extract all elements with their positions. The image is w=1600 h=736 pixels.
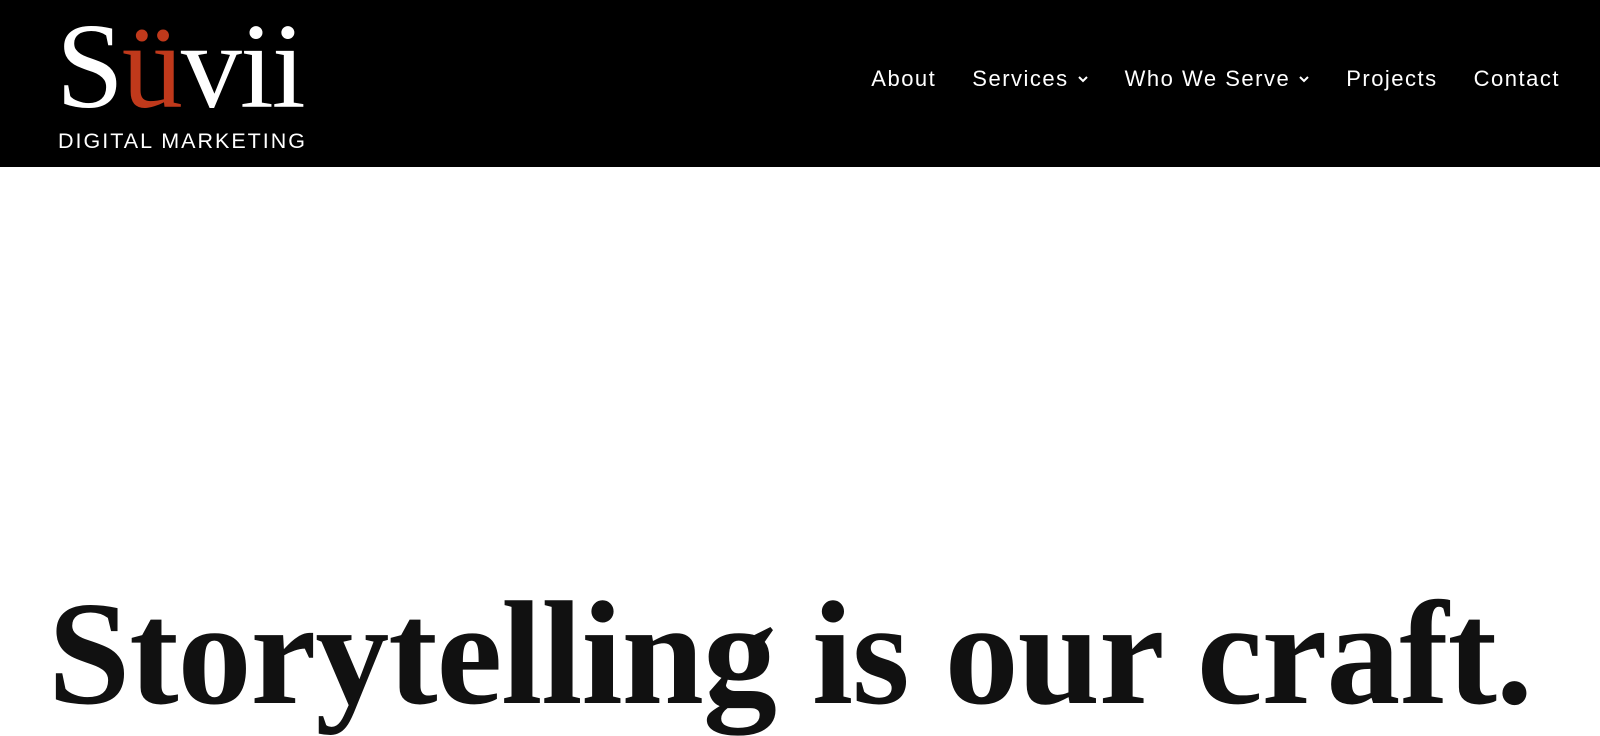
- nav-item-about[interactable]: About: [871, 66, 936, 92]
- logo-tagline: DIGITAL MARKETING: [58, 129, 308, 153]
- site-logo[interactable]: Süvii DIGITAL MARKETING: [56, 0, 356, 167]
- chevron-down-icon: [1077, 73, 1089, 85]
- nav-item-label: About: [871, 66, 937, 91]
- main-nav: About Services Who We Serve Projects Con…: [871, 66, 1560, 92]
- nav-item-contact[interactable]: Contact: [1474, 66, 1560, 92]
- logo-wordmark-prefix: S: [56, 0, 124, 134]
- logo-wordmark: Süvii: [56, 6, 306, 128]
- nav-item-label: Services: [972, 66, 1069, 91]
- nav-item-label: Contact: [1473, 66, 1560, 91]
- site-header: Süvii DIGITAL MARKETING About Services W…: [0, 0, 1600, 167]
- nav-item-who-we-serve[interactable]: Who We Serve: [1125, 66, 1311, 92]
- chevron-down-icon: [1298, 73, 1310, 85]
- nav-item-label: Who We Serve: [1124, 66, 1291, 91]
- nav-item-label: Projects: [1346, 66, 1438, 91]
- hero-headline: Storytelling is our craft.: [48, 572, 1533, 736]
- logo-wordmark-accent: ü: [121, 0, 183, 134]
- nav-item-projects[interactable]: Projects: [1346, 66, 1437, 92]
- nav-item-services[interactable]: Services: [972, 66, 1088, 92]
- logo-wordmark-suffix: vii: [180, 0, 306, 134]
